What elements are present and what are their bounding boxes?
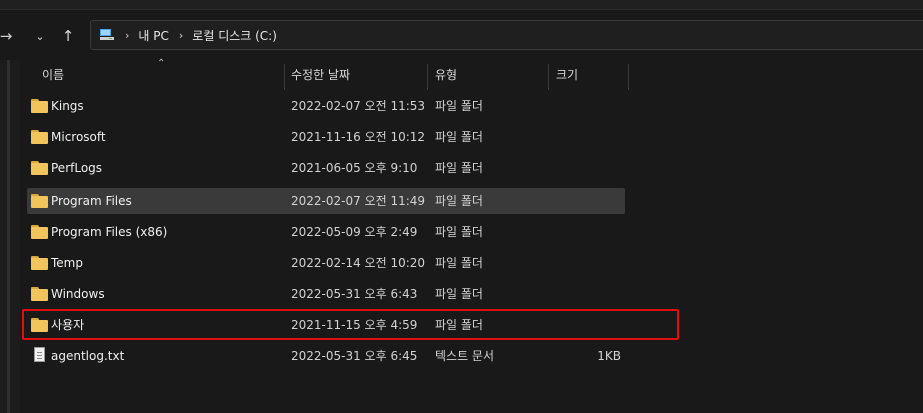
address-bar[interactable]: › 내 PC › 로컬 디스크 (C:) [90, 20, 923, 50]
sort-ascending-icon: ⌃ [157, 58, 166, 69]
file-name: Program Files [51, 194, 132, 208]
file-type: 파일 폴더 [435, 225, 483, 239]
breadcrumb-this-pc[interactable]: 내 PC [138, 27, 168, 44]
file-row-selected[interactable]: Program Files 2022-02-07 오전 11:49 파일 폴더 [27, 188, 625, 214]
navigation-pane-scrollbar[interactable] [0, 60, 20, 413]
folder-icon [31, 194, 48, 208]
file-date: 2022-05-09 오후 2:49 [291, 225, 418, 239]
file-size [557, 155, 621, 181]
file-size [557, 281, 621, 307]
column-header-name[interactable]: 이름 [42, 60, 64, 90]
file-size [557, 219, 621, 245]
highlight-box [22, 309, 679, 340]
file-row[interactable]: Microsoft 2021-11-16 오전 10:12 파일 폴더 [27, 124, 625, 150]
folder-icon [31, 99, 48, 113]
this-pc-icon [99, 28, 115, 42]
file-row[interactable]: Program Files (x86) 2022-05-09 오후 2:49 파… [27, 219, 625, 245]
forward-arrow-icon[interactable]: → [0, 26, 16, 46]
breadcrumb-local-disk[interactable]: 로컬 디스크 (C:) [192, 27, 277, 44]
column-divider[interactable] [548, 64, 549, 90]
file-size [557, 250, 621, 276]
navigation-bar: → ⌄ ↑ › 내 PC › 로컬 디스크 (C:) [0, 10, 923, 60]
column-divider[interactable] [284, 64, 285, 90]
file-row[interactable]: agentlog.txt 2022-05-31 오후 6:45 텍스트 문서 1… [27, 343, 625, 369]
file-size: 1KB [597, 349, 621, 363]
file-name: Program Files (x86) [51, 225, 168, 239]
file-type: 파일 폴더 [435, 256, 483, 270]
file-name: agentlog.txt [51, 349, 125, 363]
column-header-size[interactable]: 크기 [556, 60, 578, 90]
file-size [557, 124, 621, 150]
file-size [557, 188, 621, 214]
file-date: 2022-02-07 오전 11:53 [291, 99, 426, 113]
file-date: 2022-05-31 오후 6:43 [291, 287, 418, 301]
folder-icon [31, 130, 48, 144]
file-type: 파일 폴더 [435, 161, 483, 175]
breadcrumb-separator-icon[interactable]: › [125, 29, 129, 42]
file-row[interactable]: Temp 2022-02-14 오전 10:20 파일 폴더 [27, 250, 625, 276]
file-row[interactable]: Kings 2022-02-07 오전 11:53 파일 폴더 [27, 93, 625, 119]
column-divider[interactable] [427, 64, 428, 90]
up-arrow-icon[interactable]: ↑ [58, 26, 78, 46]
breadcrumb-separator-icon[interactable]: › [179, 29, 183, 42]
chevron-down-icon[interactable]: ⌄ [30, 26, 50, 46]
column-header-date[interactable]: 수정한 날짜 [291, 60, 350, 90]
column-divider[interactable] [628, 64, 629, 90]
file-type: 파일 폴더 [435, 287, 483, 301]
folder-icon [31, 161, 48, 175]
file-size [557, 93, 621, 119]
file-row[interactable]: PerfLogs 2021-06-05 오후 9:10 파일 폴더 [27, 155, 625, 181]
text-file-icon [31, 347, 48, 363]
file-name: Kings [51, 99, 84, 113]
file-name: Microsoft [51, 130, 106, 144]
scrollbar-thumb[interactable] [7, 60, 10, 413]
file-name: Temp [51, 256, 83, 270]
file-type: 파일 폴더 [435, 130, 483, 144]
file-date: 2022-05-31 오후 6:45 [291, 349, 418, 363]
file-row[interactable]: Windows 2022-05-31 오후 6:43 파일 폴더 [27, 281, 625, 307]
file-date: 2022-02-07 오전 11:49 [291, 194, 426, 208]
column-header-type[interactable]: 유형 [435, 60, 457, 90]
title-bar-strip [0, 0, 923, 10]
file-date: 2021-06-05 오후 9:10 [291, 161, 418, 175]
file-name: PerfLogs [51, 161, 103, 175]
folder-icon [31, 225, 48, 239]
folder-icon [31, 287, 48, 301]
file-date: 2021-11-16 오전 10:12 [291, 130, 426, 144]
file-type: 텍스트 문서 [435, 349, 495, 363]
file-type: 파일 폴더 [435, 99, 483, 113]
file-date: 2022-02-14 오전 10:20 [291, 256, 426, 270]
folder-icon [31, 256, 48, 270]
file-name: Windows [51, 287, 105, 301]
column-header: ⌃ 이름 수정한 날짜 유형 크기 [20, 58, 923, 90]
file-type: 파일 폴더 [435, 194, 483, 208]
